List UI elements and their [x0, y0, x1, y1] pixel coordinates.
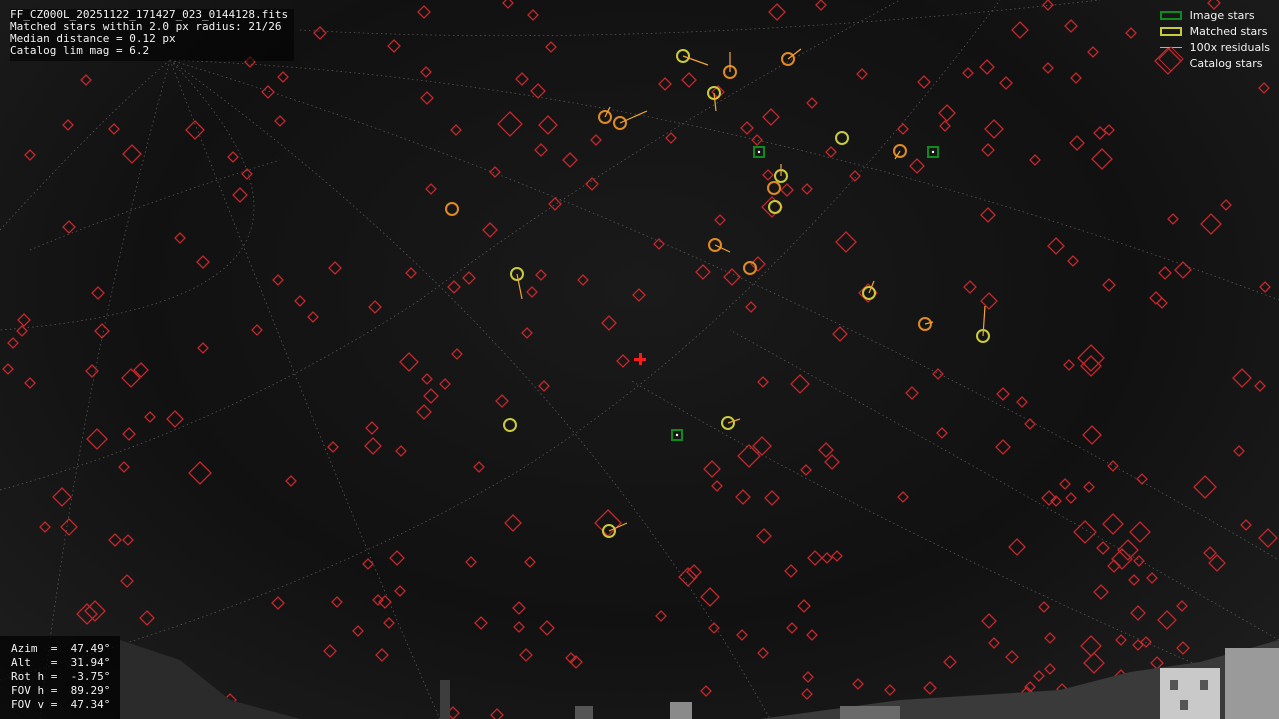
pointing-info: Azim = 47.49° Alt = 31.94° Rot h = -3.75… — [0, 636, 120, 719]
matched-star-swatch-icon — [1159, 26, 1182, 36]
legend-item-catalog-stars: Catalog stars — [1157, 46, 1270, 72]
altitude-readout: Alt = 31.94° — [11, 656, 111, 669]
center-marker-icon — [634, 353, 646, 365]
fov-v-readout: FOV v = 47.34° — [11, 698, 111, 711]
rotation-readout: Rot h = -3.75° — [11, 670, 111, 683]
header-info: FF_CZ000L_20251122_171427_023_0144128.fi… — [10, 9, 295, 61]
catalog-limit-label: Catalog lim mag = 6.2 — [10, 44, 150, 57]
image-star-swatch-icon — [1159, 10, 1182, 20]
legend-item-image-stars: Image stars — [1158, 7, 1270, 23]
fov-h-readout: FOV h = 89.29° — [11, 684, 111, 697]
azimuth-readout: Azim = 47.49° — [11, 642, 111, 655]
legend-item-matched-stars: Matched stars — [1158, 23, 1270, 39]
legend: Image stars Matched stars 100x residuals… — [1157, 7, 1270, 72]
